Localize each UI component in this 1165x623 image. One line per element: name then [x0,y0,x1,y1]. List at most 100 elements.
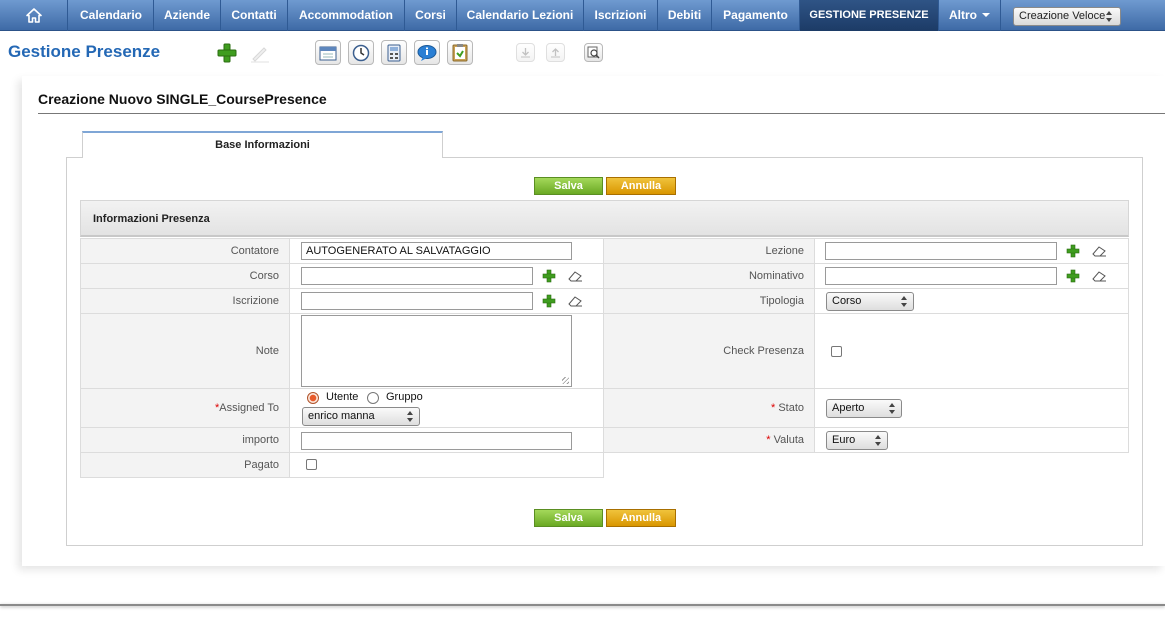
label-corso-text: Corso [249,270,279,282]
valuta-value: Euro [832,434,856,446]
select-arrows-icon [1105,11,1113,22]
label-valuta: * Valuta [603,427,815,453]
eraser-icon[interactable] [1091,268,1107,284]
radio-gruppo[interactable] [367,392,379,404]
nav-corsi[interactable]: Corsi [405,0,457,31]
footer-divider [0,604,1165,606]
select-arrows-icon [888,403,896,414]
label-tipologia-text: Tipologia [759,295,804,307]
iscrizione-field[interactable] [301,292,533,310]
label-pagato-text: Pagato [244,459,279,471]
nav-contatti[interactable]: Contatti [221,0,288,31]
resize-grip-icon[interactable] [562,377,569,384]
add-icon[interactable] [1065,268,1081,284]
label-nominativo: Nominativo [603,263,815,289]
select-arrows-icon [406,411,414,422]
label-assigned-to: * Assigned To [80,388,290,428]
pagato-checkbox[interactable] [306,459,317,470]
label-nominativo-text: Nominativo [748,270,804,282]
label-lezione-text: Lezione [765,245,804,257]
eraser-icon[interactable] [1091,243,1107,259]
section-header: Informazioni Presenza [80,200,1129,237]
select-arrows-icon [874,435,882,446]
label-contatore-text: Contatore [230,245,279,257]
radio-gruppo-label: Gruppo [386,391,423,403]
radio-utente-label: Utente [326,391,359,403]
label-corso: Corso [80,263,290,289]
add-icon[interactable] [214,40,240,65]
save-button-bottom[interactable]: Salva [534,509,603,527]
nav-aziende[interactable]: Aziende [154,0,221,31]
label-contatore: Contatore [80,238,290,264]
eraser-icon[interactable] [567,268,583,284]
calculator-icon[interactable] [381,40,407,65]
assigned-user-value: enrico manna [308,410,375,422]
cancel-button-bottom[interactable]: Annulla [606,509,676,527]
radio-utente[interactable] [307,392,319,404]
label-importo: importo [80,427,290,453]
quick-create-select[interactable]: Creazione Veloce [1013,7,1121,26]
note-textarea[interactable] [301,315,572,387]
quick-create-label: Creazione Veloce [1019,10,1106,22]
label-valuta-text: Valuta [773,434,804,446]
nav-iscrizioni[interactable]: Iscrizioni [584,0,658,31]
nav-altro[interactable]: Altro [939,0,1001,31]
tipologia-select[interactable]: Corso [826,292,914,311]
label-stato: * Stato [603,388,815,428]
label-importo-text: importo [242,434,279,446]
export-icon[interactable] [546,43,565,62]
add-icon[interactable] [541,268,557,284]
stato-select[interactable]: Aperto [826,399,902,418]
lezione-field[interactable] [825,242,1057,260]
valuta-select[interactable]: Euro [826,431,888,450]
tab-base-informazioni[interactable]: Base Informazioni [82,131,443,158]
nav-gestione-presenze[interactable]: GESTIONE PRESENZE [800,0,939,31]
select-arrows-icon [900,296,908,307]
clipboard-icon[interactable] [447,40,473,65]
importo-field[interactable] [301,432,572,450]
search-edit-icon[interactable] [247,40,273,65]
top-navigation: Calendario Aziende Contatti Accommodatio… [0,0,1165,31]
title-divider [38,113,1165,114]
required-marker: * [766,434,774,446]
label-stato-text: Stato [778,402,804,414]
label-check-presenza-text: Check Presenza [723,345,804,357]
clock-icon[interactable] [348,40,374,65]
add-icon[interactable] [1065,243,1081,259]
label-lezione: Lezione [603,238,815,264]
label-note: Note [80,313,290,389]
eraser-icon[interactable] [567,293,583,309]
nav-debiti[interactable]: Debiti [658,0,712,31]
chat-icon[interactable] [414,40,440,65]
page-title: Creazione Nuovo SINGLE_CoursePresence [38,91,327,107]
nav-calendario[interactable]: Calendario [69,0,154,31]
label-iscrizione: Iscrizione [80,288,290,314]
nav-accommodation[interactable]: Accommodation [288,0,405,31]
assigned-user-select[interactable]: enrico manna [302,407,420,426]
nav-calendario-lezioni[interactable]: Calendario Lezioni [457,0,584,31]
required-marker: * [770,402,779,414]
add-icon[interactable] [541,293,557,309]
import-icon[interactable] [516,43,535,62]
calendar-icon[interactable] [315,40,341,65]
contatore-field[interactable]: AUTOGENERATO AL SALVATAGGIO [301,242,572,260]
value-cell-check-presenza [814,313,1129,389]
label-assigned-to-text: Assigned To [219,402,279,414]
module-title: Gestione Presenze [8,42,161,61]
nominativo-field[interactable] [825,267,1057,285]
label-tipologia: Tipologia [603,288,815,314]
label-iscrizione-text: Iscrizione [232,295,279,307]
nav-altro-label: Altro [949,8,977,22]
value-cell-pagato [289,452,604,478]
tipologia-value: Corso [832,295,862,307]
nav-pagamento[interactable]: Pagamento [712,0,800,31]
home-icon[interactable] [0,0,68,31]
find-duplicates-icon[interactable] [584,43,603,62]
save-button-top[interactable]: Salva [534,177,603,195]
check-presenza-checkbox[interactable] [831,346,842,357]
corso-field[interactable] [301,267,533,285]
cancel-button-top[interactable]: Annulla [606,177,676,195]
label-check-presenza: Check Presenza [603,313,815,389]
label-note-text: Note [255,345,279,357]
stato-value: Aperto [832,402,865,414]
